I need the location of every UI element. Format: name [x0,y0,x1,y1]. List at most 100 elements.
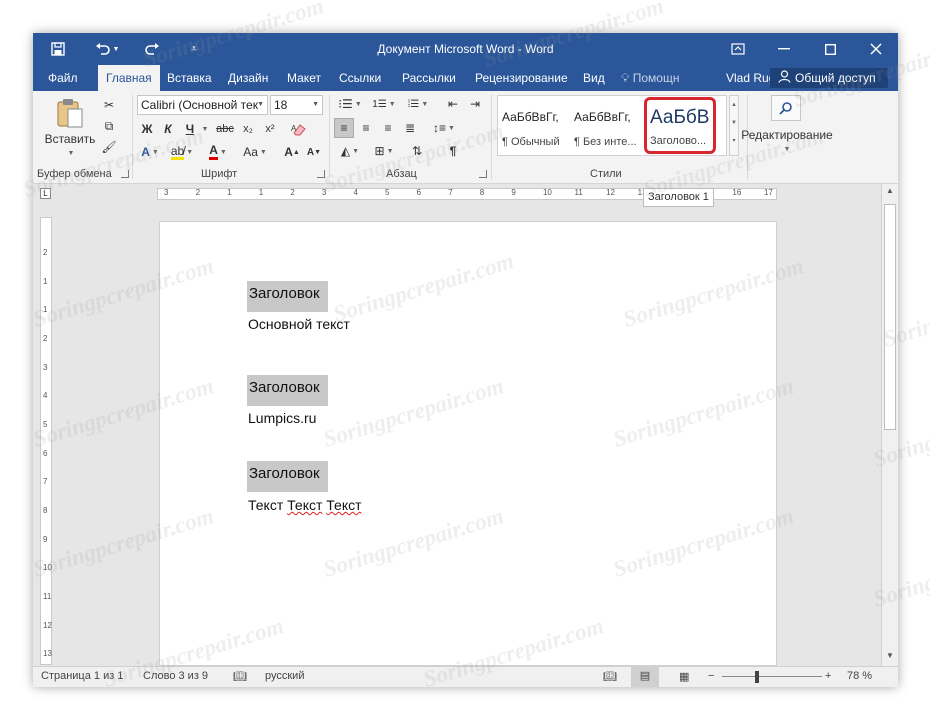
tab-references[interactable]: Ссылки [339,65,381,91]
paste-dropdown-chevron-icon[interactable]: ▼ [63,148,77,158]
underline-button[interactable]: Ч [182,120,198,138]
format-painter-icon[interactable]: 🖌︎ [99,138,119,156]
font-color-icon[interactable]: A ▼ [203,143,233,161]
ruler-number: 16 [732,188,742,197]
close-button[interactable] [853,33,898,65]
decrease-indent-icon[interactable]: ⇤ [443,95,463,113]
show-formatting-icon[interactable]: ¶ [443,142,463,160]
clear-formatting-icon[interactable]: A [289,120,309,138]
proofing-icon[interactable]: 📖︎ [233,670,247,683]
clipboard-icon[interactable] [45,96,95,130]
scroll-down-icon[interactable]: ▼ [886,651,894,660]
editing-dropdown-chevron-icon[interactable]: ▼ [779,144,793,154]
page-count[interactable]: Страница 1 из 1 [41,670,123,682]
minimize-button[interactable] [761,33,807,65]
copy-icon[interactable]: ⧉ [99,117,119,135]
justify-icon[interactable]: ≣ [400,119,420,137]
borders-icon[interactable]: ⊞ ▼ [369,142,399,160]
chevron-down-icon[interactable]: ▼ [730,114,738,132]
tell-me-search[interactable]: 💡︎ Помощн [621,65,679,91]
sort-icon[interactable]: ⇅ [407,142,427,160]
styles-gallery-scroll[interactable]: ▲ ▼ ▾ [729,95,739,156]
find-icon[interactable] [771,95,801,121]
vertical-ruler[interactable]: 2 1 1 2 3 4 5 6 7 8 9 10 11 12 13 [40,217,52,665]
numbering-icon[interactable]: 1☰ ▼ [369,95,399,113]
tab-review[interactable]: Рецензирование [475,65,568,91]
shrink-font-button[interactable]: A ▼ [305,143,323,161]
tab-design[interactable]: Дизайн [228,65,268,91]
language[interactable]: русский [265,670,304,682]
save-icon[interactable] [47,39,69,59]
ruler-number: 4 [43,391,48,401]
multilevel-list-icon[interactable]: ⁞☰ ▼ [403,95,433,113]
style-no-spacing[interactable]: АаБбВвГг, ¶ Без инте... [570,97,644,154]
cut-icon[interactable]: ✂ [99,96,119,114]
zoom-out-button[interactable]: − [708,670,714,682]
web-layout-icon[interactable]: ▦ [679,670,689,683]
ruler-number: 3 [164,188,169,197]
read-mode-icon[interactable]: 📖︎ [603,670,617,683]
tab-file[interactable]: Файл [48,65,78,91]
tab-home[interactable]: Главная [98,65,160,91]
chevron-down-icon: ▼ [112,45,120,53]
font-name-combo[interactable]: Calibri (Основной тек ▼ [137,95,268,115]
tab-mailings[interactable]: Рассылки [402,65,456,91]
grow-font-label: A [284,145,293,159]
underline-dropdown-chevron-icon[interactable]: ▼ [199,120,209,138]
zoom-level[interactable]: 78 % [847,670,872,682]
bold-button[interactable]: Ж [139,120,155,138]
strikethrough-button[interactable]: abc [213,120,237,138]
clipboard-launcher-icon[interactable] [121,170,129,178]
heading-2[interactable]: Заголовок [247,375,328,406]
print-layout-icon[interactable]: ▤ [631,667,659,687]
tab-insert[interactable]: Вставка [167,65,212,91]
grow-font-button[interactable]: A ▲ [283,143,301,161]
tab-view[interactable]: Вид [583,65,605,91]
align-right-icon[interactable]: ≡ [378,119,398,137]
body-text-3[interactable]: Текст Текст Текст [248,497,362,513]
more-styles-icon[interactable]: ▾ [730,132,738,150]
editing-button[interactable]: Редактирование [739,127,835,143]
word-count[interactable]: Слово 3 из 9 [143,670,208,682]
zoom-in-button[interactable]: + [825,670,831,682]
shading-icon[interactable]: ◭ ▼ [335,142,365,160]
superscript-button[interactable]: x² [261,120,279,138]
body-text-2[interactable]: Lumpics.ru [248,410,316,426]
ribbon-display-options-icon[interactable] [715,33,761,65]
vertical-scrollbar[interactable]: ▲ ▼ [881,184,898,666]
zoom-slider-thumb[interactable] [755,671,759,683]
align-left-icon[interactable]: ≡ [334,118,354,138]
increase-indent-icon[interactable]: ⇥ [465,95,485,113]
undo-icon[interactable]: ▼ [91,39,123,59]
paste-button[interactable]: Вставить [43,131,97,147]
body-text-1[interactable]: Основной текст [248,316,350,332]
highlight-color-icon[interactable]: ab̸ ▼ [167,143,197,161]
share-button[interactable]: Общий доступ [770,68,888,88]
paragraph-launcher-icon[interactable] [479,170,487,178]
line-spacing-icon[interactable]: ↕≡ ▼ [429,119,459,137]
maximize-button[interactable] [807,33,853,65]
redo-icon[interactable] [141,39,163,59]
bullets-icon[interactable]: ⁝☰ ▼ [335,95,365,113]
heading-3[interactable]: Заголовок [247,461,328,492]
subscript-button[interactable]: x₂ [239,120,257,138]
change-case-button[interactable]: Aa ▼ [239,143,271,161]
tab-layout[interactable]: Макет [287,65,321,91]
font-size-combo[interactable]: 18 ▼ [270,95,323,115]
style-normal[interactable]: АаБбВвГг, ¶ Обычный [498,97,570,154]
style-heading-1[interactable]: АаБбВ Заголово... [644,97,716,154]
align-center-icon[interactable]: ≡ [356,119,376,137]
heading-1[interactable]: Заголовок [247,281,328,312]
person-icon [778,70,791,86]
scroll-up-icon[interactable]: ▲ [886,186,894,195]
customize-qat-icon[interactable]: ⩡ [185,39,203,59]
scroll-thumb[interactable] [884,204,896,430]
tab-selector[interactable]: L [40,188,51,199]
font-launcher-icon[interactable] [317,170,325,178]
zoom-slider[interactable] [722,676,822,677]
document-page[interactable]: Заголовок Основной текст Заголовок Lumpi… [159,221,777,666]
italic-button[interactable]: К [160,120,176,138]
chevron-up-icon[interactable]: ▲ [730,96,738,114]
text-effects-icon[interactable]: A ▼ [139,143,161,161]
chevron-down-icon: ▼ [312,101,319,108]
